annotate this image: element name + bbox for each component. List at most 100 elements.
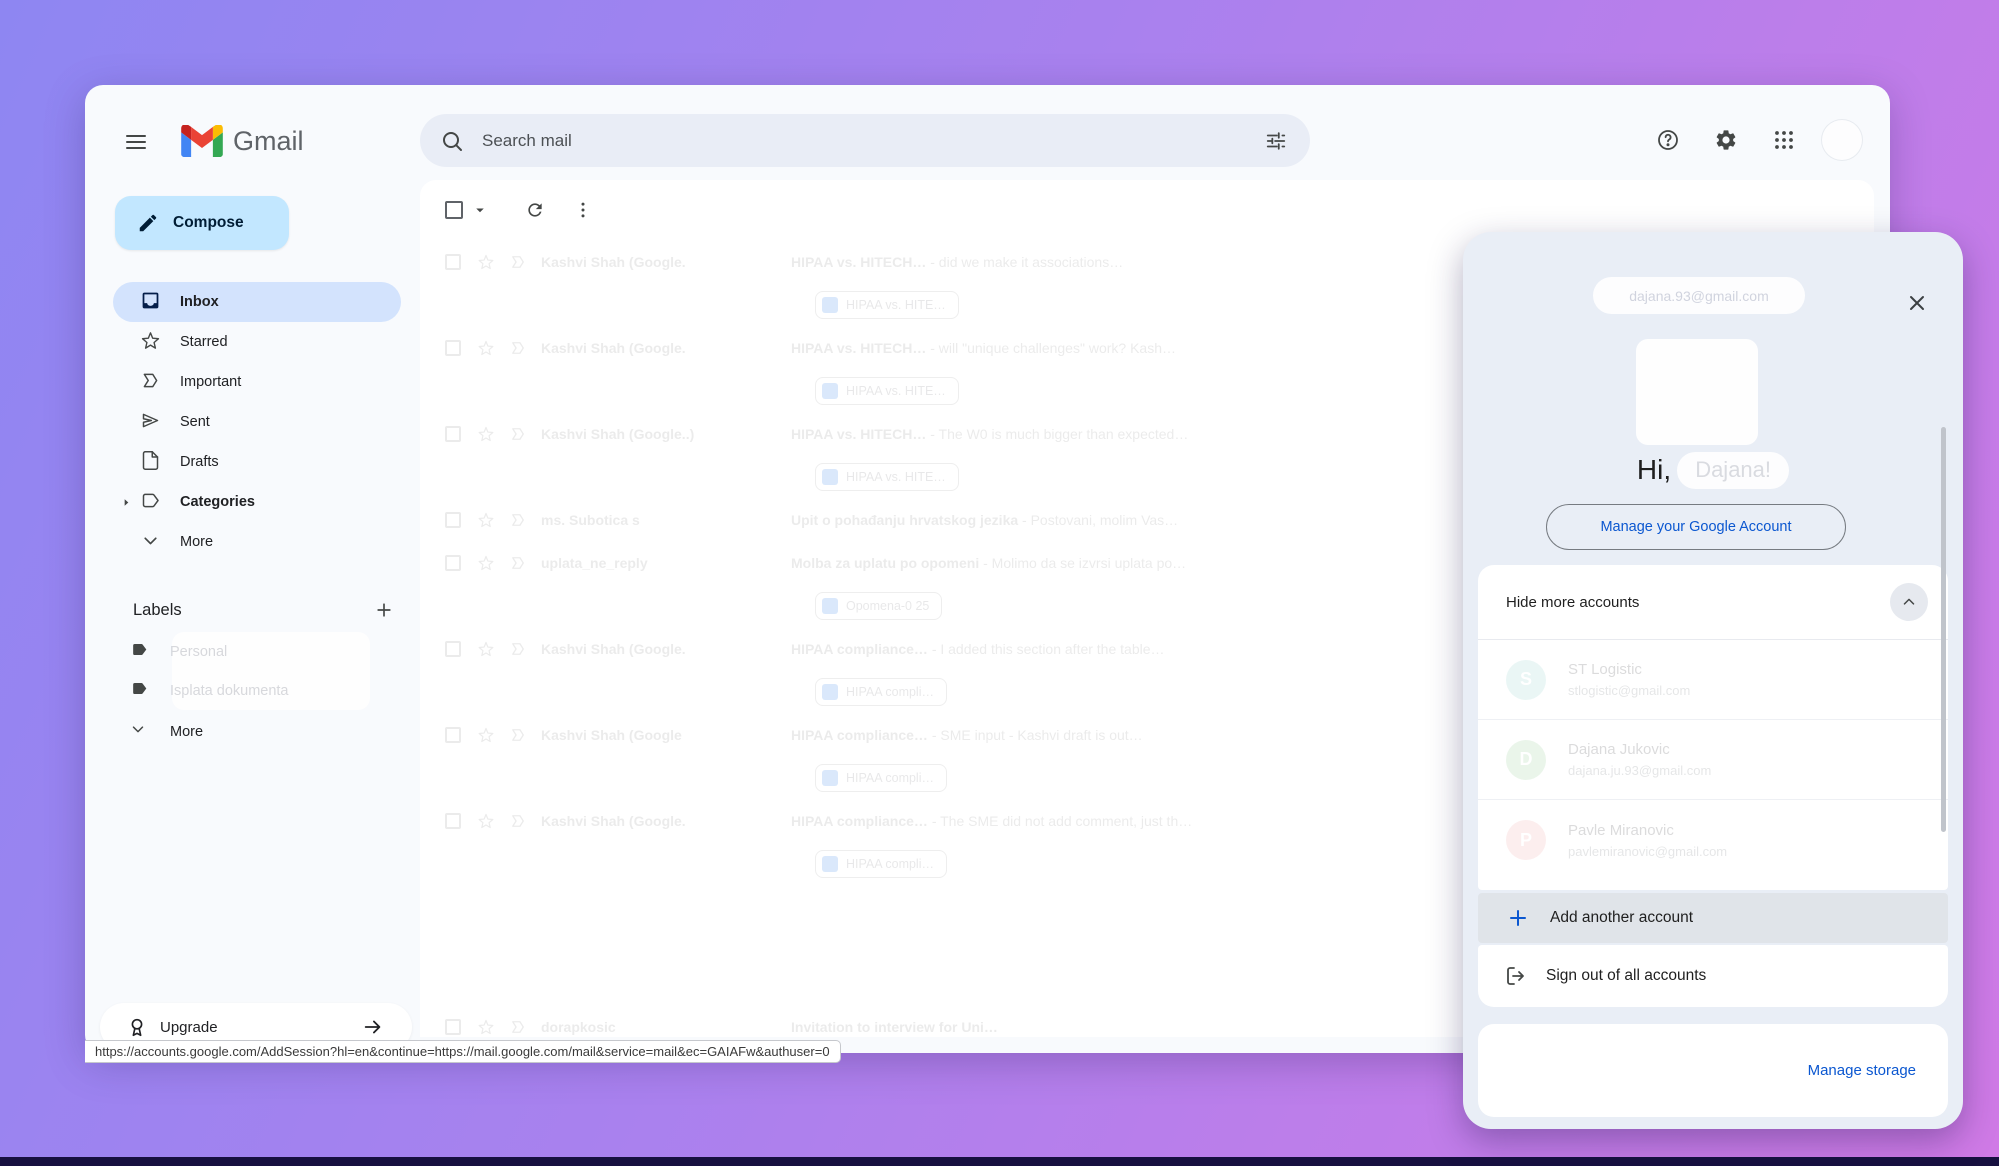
attachment-chip[interactable]: HIPAA vs. HITE… [815, 463, 959, 491]
help-button[interactable] [1648, 120, 1688, 160]
sidebar-item-inbox[interactable]: Inbox [113, 282, 401, 322]
sidebar-nav: Inbox Starred Important SentDraftsCategorie… [113, 282, 401, 562]
email-checkbox[interactable] [445, 555, 461, 571]
email-checkbox[interactable] [445, 426, 461, 442]
attachment-chip[interactable]: Opomena-0 25 [815, 592, 942, 620]
email-sender: Kashvi Shah (Google. [541, 641, 791, 657]
email-sender: Kashvi Shah (Google. [541, 340, 791, 356]
manage-google-account-button[interactable]: Manage your Google Account [1546, 504, 1846, 550]
attachment-name: HIPAA compli… [846, 685, 934, 699]
important-icon[interactable] [509, 640, 527, 658]
star-icon[interactable] [477, 554, 495, 572]
important-icon[interactable] [509, 1018, 527, 1036]
sidebar-item-label: Important [180, 374, 241, 390]
search-filters-button[interactable] [1254, 119, 1298, 163]
account-row[interactable]: SST Logisticstlogistic@gmail.com [1478, 640, 1948, 720]
account-name: Pavle Miranovic [1568, 822, 1727, 839]
search-bar[interactable] [420, 114, 1310, 167]
sidebar-item-label: Inbox [180, 294, 219, 310]
email-checkbox[interactable] [445, 512, 461, 528]
sidebar-item-categories[interactable]: Categories [113, 482, 401, 522]
sidebar-label-item[interactable]: Personal [113, 632, 401, 671]
account-name: ST Logistic [1568, 661, 1690, 678]
email-checkbox[interactable] [445, 254, 461, 270]
greeting-name-chip: Dajana! [1677, 452, 1789, 489]
storage-card: Manage storage [1478, 1024, 1948, 1117]
sidebar-item-important[interactable]: Important [113, 362, 401, 402]
sidebar-item-sent[interactable]: Sent [113, 402, 401, 442]
email-snippet: - I added this section after the table… [932, 641, 1165, 657]
attachment-chip[interactable]: HIPAA compli… [815, 678, 947, 706]
mail-toolbar [420, 180, 1874, 240]
sidebar-item-drafts[interactable]: Drafts [113, 442, 401, 482]
star-icon[interactable] [477, 726, 495, 744]
add-another-account-row[interactable]: Add another account [1478, 893, 1948, 943]
sidebar-label-item[interactable]: Isplata dokumenta [113, 671, 401, 710]
account-text: ST Logistic stlogistic@gmail.com [1568, 661, 1690, 698]
attachment-name: HIPAA vs. HITE… [846, 298, 946, 312]
accounts-card: Hide more accounts SST Logisticstlogisti… [1478, 565, 1948, 890]
compose-button[interactable]: Compose [115, 196, 289, 250]
select-all-checkbox[interactable] [445, 201, 463, 219]
sign-out-all-row[interactable]: Sign out of all accounts [1478, 945, 1948, 1007]
greeting-prefix: Hi, [1637, 454, 1671, 486]
account-row[interactable]: PPavle Miranovicpavlemiranovic@gmail.com [1478, 800, 1948, 880]
important-icon[interactable] [509, 726, 527, 744]
attachment-name: HIPAA compli… [846, 857, 934, 871]
search-icon[interactable] [440, 129, 464, 153]
attachment-chip[interactable]: HIPAA vs. HITE… [815, 291, 959, 319]
star-icon[interactable] [477, 339, 495, 357]
more-options-button[interactable] [563, 190, 603, 230]
star-icon[interactable] [477, 425, 495, 443]
email-sender: Kashvi Shah (Google. [541, 254, 791, 270]
account-list: SST Logisticstlogistic@gmail.comDDajana … [1478, 640, 1948, 880]
email-checkbox[interactable] [445, 1019, 461, 1035]
search-input[interactable] [464, 131, 1254, 151]
email-checkbox[interactable] [445, 641, 461, 657]
email-checkbox[interactable] [445, 727, 461, 743]
manage-google-account-label: Manage your Google Account [1600, 519, 1791, 535]
panel-scrollbar[interactable] [1941, 427, 1946, 832]
star-icon[interactable] [477, 640, 495, 658]
important-icon[interactable] [509, 339, 527, 357]
important-icon[interactable] [509, 425, 527, 443]
star-icon[interactable] [477, 1018, 495, 1036]
labels-more-item[interactable]: More [113, 712, 401, 752]
important-icon[interactable] [509, 511, 527, 529]
important-icon[interactable] [509, 812, 527, 830]
label-name: Personal [170, 644, 227, 660]
desktop-background: Gmail Kashvi Shah (Google. HIPAA vs. HITE… [0, 0, 1999, 1166]
account-email: stlogistic@gmail.com [1568, 683, 1690, 698]
star-icon[interactable] [477, 812, 495, 830]
collapse-accounts-button[interactable] [1890, 583, 1928, 621]
close-panel-button[interactable] [1905, 291, 1929, 315]
important-icon[interactable] [509, 253, 527, 271]
badge-icon [126, 1016, 148, 1038]
email-checkbox[interactable] [445, 813, 461, 829]
apps-button[interactable] [1764, 120, 1804, 160]
main-menu-icon[interactable] [122, 130, 150, 154]
manage-storage-link[interactable]: Manage storage [1808, 1062, 1916, 1079]
attachment-chip[interactable]: HIPAA compli… [815, 764, 947, 792]
sidebar-item-starred[interactable]: Starred [113, 322, 401, 362]
account-avatar-redacted[interactable] [1636, 339, 1758, 445]
refresh-button[interactable] [515, 190, 555, 230]
important-icon[interactable] [509, 554, 527, 572]
attachment-chip[interactable]: HIPAA compli… [815, 850, 947, 878]
star-icon[interactable] [477, 511, 495, 529]
hide-more-accounts-row[interactable]: Hide more accounts [1478, 565, 1948, 640]
profile-avatar[interactable] [1822, 120, 1862, 160]
gmail-logo[interactable]: Gmail [181, 125, 304, 157]
more-vertical-icon [573, 200, 593, 220]
settings-button[interactable] [1706, 120, 1746, 160]
attachment-chip[interactable]: HIPAA vs. HITE… [815, 377, 959, 405]
tune-icon [1265, 130, 1287, 152]
star-icon[interactable] [477, 253, 495, 271]
label-name: Isplata dokumenta [170, 683, 289, 699]
sidebar-item-more[interactable]: More [113, 522, 401, 562]
create-label-button[interactable] [367, 593, 401, 627]
gmail-logo-text: Gmail [233, 126, 304, 157]
email-checkbox[interactable] [445, 340, 461, 356]
account-row[interactable]: DDajana Jukovicdajana.ju.93@gmail.com [1478, 720, 1948, 800]
select-caret-icon[interactable] [471, 201, 489, 219]
